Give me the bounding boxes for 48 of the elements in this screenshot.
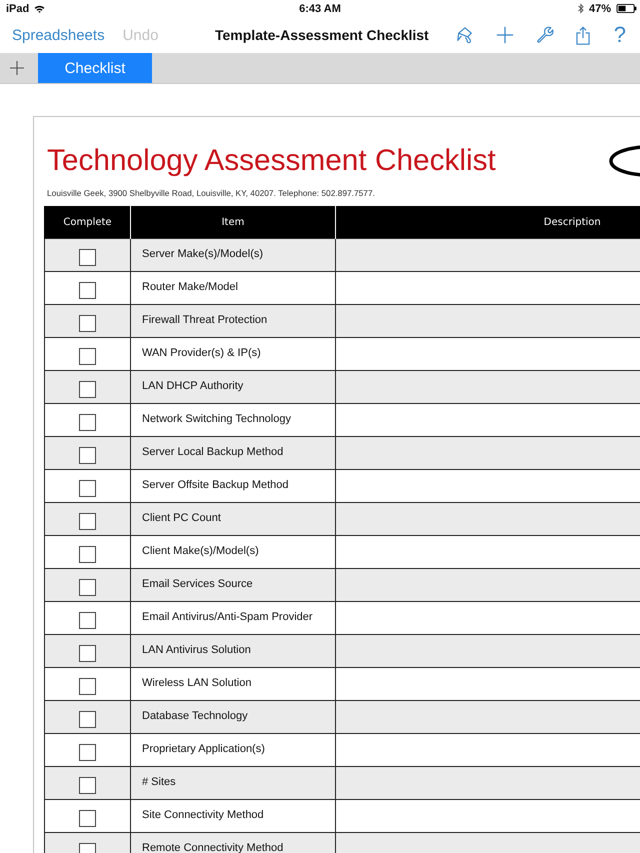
column-header: Item (130, 206, 336, 238)
table-cell: Email Services Source (130, 568, 336, 602)
column-header: Complete (44, 206, 130, 238)
checkbox[interactable] (79, 348, 96, 365)
checkbox[interactable] (79, 447, 96, 464)
device-name: iPad (6, 2, 30, 14)
checkbox[interactable] (79, 744, 96, 761)
bluetooth-icon (578, 3, 584, 14)
share-icon[interactable] (576, 26, 590, 44)
table-cell: Server Make(s)/Model(s) (130, 238, 336, 272)
checkbox[interactable] (79, 414, 96, 431)
checkbox[interactable] (79, 612, 96, 629)
company-address: Louisville Geek, 3900 Shelbyville Road, Louisville, KY, 40207. Telephone: 502.897.7577. (46, 188, 376, 198)
wifi-icon (34, 4, 46, 12)
spreadsheets-back-link[interactable]: Spreadsheets (12, 26, 105, 44)
checkbox[interactable] (79, 678, 96, 695)
checkbox[interactable] (79, 579, 96, 596)
status-time: 6:43 AM (299, 2, 341, 14)
table-cell: # Sites (130, 766, 336, 800)
checkbox[interactable] (79, 777, 96, 794)
checkbox[interactable] (79, 249, 96, 266)
checkbox[interactable] (79, 315, 96, 332)
plus-icon[interactable] (496, 26, 514, 44)
battery-percent: 47% (588, 2, 611, 14)
table-cell: Firewall Threat Protection (130, 304, 336, 338)
checkbox[interactable] (79, 645, 96, 662)
table-cell: Remote Connectivity Method (130, 832, 336, 853)
checkbox[interactable] (79, 711, 96, 728)
table-cell: Database Technology (130, 700, 336, 734)
add-sheet-icon[interactable] (10, 61, 24, 75)
table-cell: Server Local Backup Method (130, 436, 336, 470)
checkbox[interactable] (79, 381, 96, 398)
checklist-heading: Technology Assessment Checklist (46, 144, 496, 178)
paintbrush-icon[interactable] (456, 26, 474, 44)
checkbox[interactable] (79, 513, 96, 530)
column-header: Description (336, 206, 640, 238)
table-cell: Client PC Count (130, 502, 336, 536)
checkbox[interactable] (79, 546, 96, 563)
wrench-icon[interactable] (536, 26, 554, 44)
checkbox[interactable] (79, 810, 96, 827)
battery-icon (616, 4, 637, 13)
checkbox[interactable] (79, 282, 96, 299)
document-title: Template-Assessment Checklist (215, 27, 429, 43)
help-button[interactable]: ? (612, 23, 628, 47)
checkbox[interactable] (79, 480, 96, 497)
table-cell: LAN DHCP Authority (130, 370, 336, 404)
table-cell: LAN Antivirus Solution (130, 634, 336, 668)
sheet-tab[interactable]: Checklist (38, 53, 152, 83)
